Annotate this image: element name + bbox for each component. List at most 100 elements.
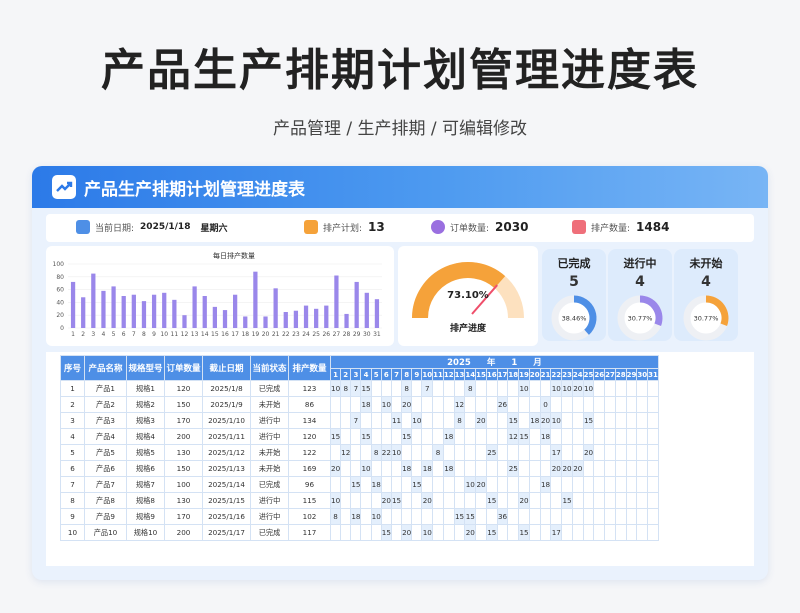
day-cell[interactable]: 15 xyxy=(582,412,595,429)
day-cell[interactable] xyxy=(636,524,649,541)
day-cell[interactable]: 17 xyxy=(550,444,563,461)
day-cell[interactable]: 18 xyxy=(350,508,362,525)
day-cell[interactable] xyxy=(496,524,509,541)
day-cell[interactable] xyxy=(475,428,487,445)
day-cell[interactable]: 26 xyxy=(496,396,509,413)
day-cell[interactable] xyxy=(442,396,455,413)
day-cell[interactable] xyxy=(518,476,530,493)
day-cell[interactable]: 15 xyxy=(464,508,477,525)
day-cell[interactable] xyxy=(625,396,638,413)
day-cell[interactable] xyxy=(507,380,520,397)
day-cell[interactable]: 15 xyxy=(485,492,498,509)
day-cell[interactable] xyxy=(464,460,477,477)
day-cell[interactable] xyxy=(485,460,498,477)
day-cell[interactable] xyxy=(539,380,552,397)
day-cell[interactable] xyxy=(614,380,627,397)
day-cell[interactable] xyxy=(647,476,659,493)
day-cell[interactable]: 11 xyxy=(390,412,403,429)
day-cell[interactable] xyxy=(528,524,541,541)
day-cell[interactable] xyxy=(411,444,423,461)
day-cell[interactable] xyxy=(604,492,616,509)
day-cell[interactable]: 10 xyxy=(582,380,595,397)
day-cell[interactable] xyxy=(528,396,541,413)
day-cell[interactable]: 10 xyxy=(329,380,342,397)
day-cell[interactable] xyxy=(464,412,477,429)
day-cell[interactable] xyxy=(496,476,509,493)
day-cell[interactable] xyxy=(442,412,455,429)
day-cell[interactable]: 18 xyxy=(421,460,434,477)
day-cell[interactable] xyxy=(593,492,606,509)
day-cell[interactable] xyxy=(401,492,413,509)
day-cell[interactable]: 18 xyxy=(539,476,552,493)
day-cell[interactable] xyxy=(614,476,627,493)
day-cell[interactable] xyxy=(636,396,649,413)
day-cell[interactable] xyxy=(571,476,584,493)
day-cell[interactable] xyxy=(370,412,382,429)
day-cell[interactable] xyxy=(518,396,530,413)
day-cell[interactable]: 10 xyxy=(329,492,342,509)
day-cell[interactable]: 15 xyxy=(329,428,342,445)
day-cell[interactable]: 20 xyxy=(329,460,342,477)
day-cell[interactable]: 20 xyxy=(380,492,392,509)
day-cell[interactable]: 15 xyxy=(360,380,372,397)
day-cell[interactable] xyxy=(370,524,382,541)
day-cell[interactable] xyxy=(432,396,444,413)
day-cell[interactable] xyxy=(625,524,638,541)
day-cell[interactable]: 7 xyxy=(421,380,434,397)
day-cell[interactable] xyxy=(614,444,627,461)
day-cell[interactable] xyxy=(604,524,616,541)
day-cell[interactable] xyxy=(614,460,627,477)
day-cell[interactable] xyxy=(561,412,573,429)
day-cell[interactable]: 17 xyxy=(550,524,563,541)
day-cell[interactable] xyxy=(528,428,541,445)
day-cell[interactable] xyxy=(496,380,509,397)
day-cell[interactable] xyxy=(360,524,372,541)
day-cell[interactable] xyxy=(647,380,659,397)
day-cell[interactable] xyxy=(421,412,434,429)
day-cell[interactable] xyxy=(539,492,552,509)
table-row[interactable]: 7 产品7 规格7 100 2025/1/14 已完成 96 15 18 15 10 20 18 xyxy=(60,476,659,493)
day-cell[interactable]: 20 xyxy=(475,412,487,429)
day-cell[interactable] xyxy=(625,412,638,429)
day-cell[interactable] xyxy=(518,412,530,429)
day-cell[interactable]: 15 xyxy=(390,492,403,509)
day-cell[interactable] xyxy=(647,460,659,477)
day-cell[interactable] xyxy=(528,380,541,397)
day-cell[interactable] xyxy=(593,396,606,413)
day-cell[interactable]: 10 xyxy=(370,508,382,525)
day-cell[interactable]: 18 xyxy=(442,428,455,445)
day-cell[interactable]: 18 xyxy=(442,460,455,477)
day-cell[interactable] xyxy=(432,476,444,493)
day-cell[interactable]: 20 xyxy=(571,380,584,397)
day-cell[interactable] xyxy=(636,508,649,525)
day-cell[interactable] xyxy=(625,460,638,477)
day-cell[interactable]: 10 xyxy=(380,396,392,413)
table-row[interactable]: 9 产品9 规格9 170 2025/1/16 进行中 102 8 18 10 15 15 36 xyxy=(60,508,659,525)
day-cell[interactable]: 20 xyxy=(561,460,573,477)
day-cell[interactable] xyxy=(350,460,362,477)
day-cell[interactable] xyxy=(442,524,455,541)
day-cell[interactable]: 10 xyxy=(550,412,563,429)
day-cell[interactable]: 20 xyxy=(518,492,530,509)
day-cell[interactable]: 15 xyxy=(350,476,362,493)
day-cell[interactable] xyxy=(350,428,362,445)
day-cell[interactable] xyxy=(485,380,498,397)
day-cell[interactable]: 10 xyxy=(421,524,434,541)
day-cell[interactable]: 12 xyxy=(340,444,352,461)
day-cell[interactable] xyxy=(571,492,584,509)
day-cell[interactable] xyxy=(582,460,595,477)
day-cell[interactable] xyxy=(340,476,352,493)
day-cell[interactable] xyxy=(614,508,627,525)
day-cell[interactable] xyxy=(604,380,616,397)
day-cell[interactable] xyxy=(582,476,595,493)
day-cell[interactable]: 10 xyxy=(561,380,573,397)
day-cell[interactable]: 10 xyxy=(464,476,477,493)
day-cell[interactable] xyxy=(636,412,649,429)
day-cell[interactable] xyxy=(432,524,444,541)
day-cell[interactable] xyxy=(593,428,606,445)
day-cell[interactable] xyxy=(571,396,584,413)
day-cell[interactable] xyxy=(350,492,362,509)
day-cell[interactable]: 10 xyxy=(411,412,423,429)
day-cell[interactable] xyxy=(528,492,541,509)
day-cell[interactable] xyxy=(507,508,520,525)
